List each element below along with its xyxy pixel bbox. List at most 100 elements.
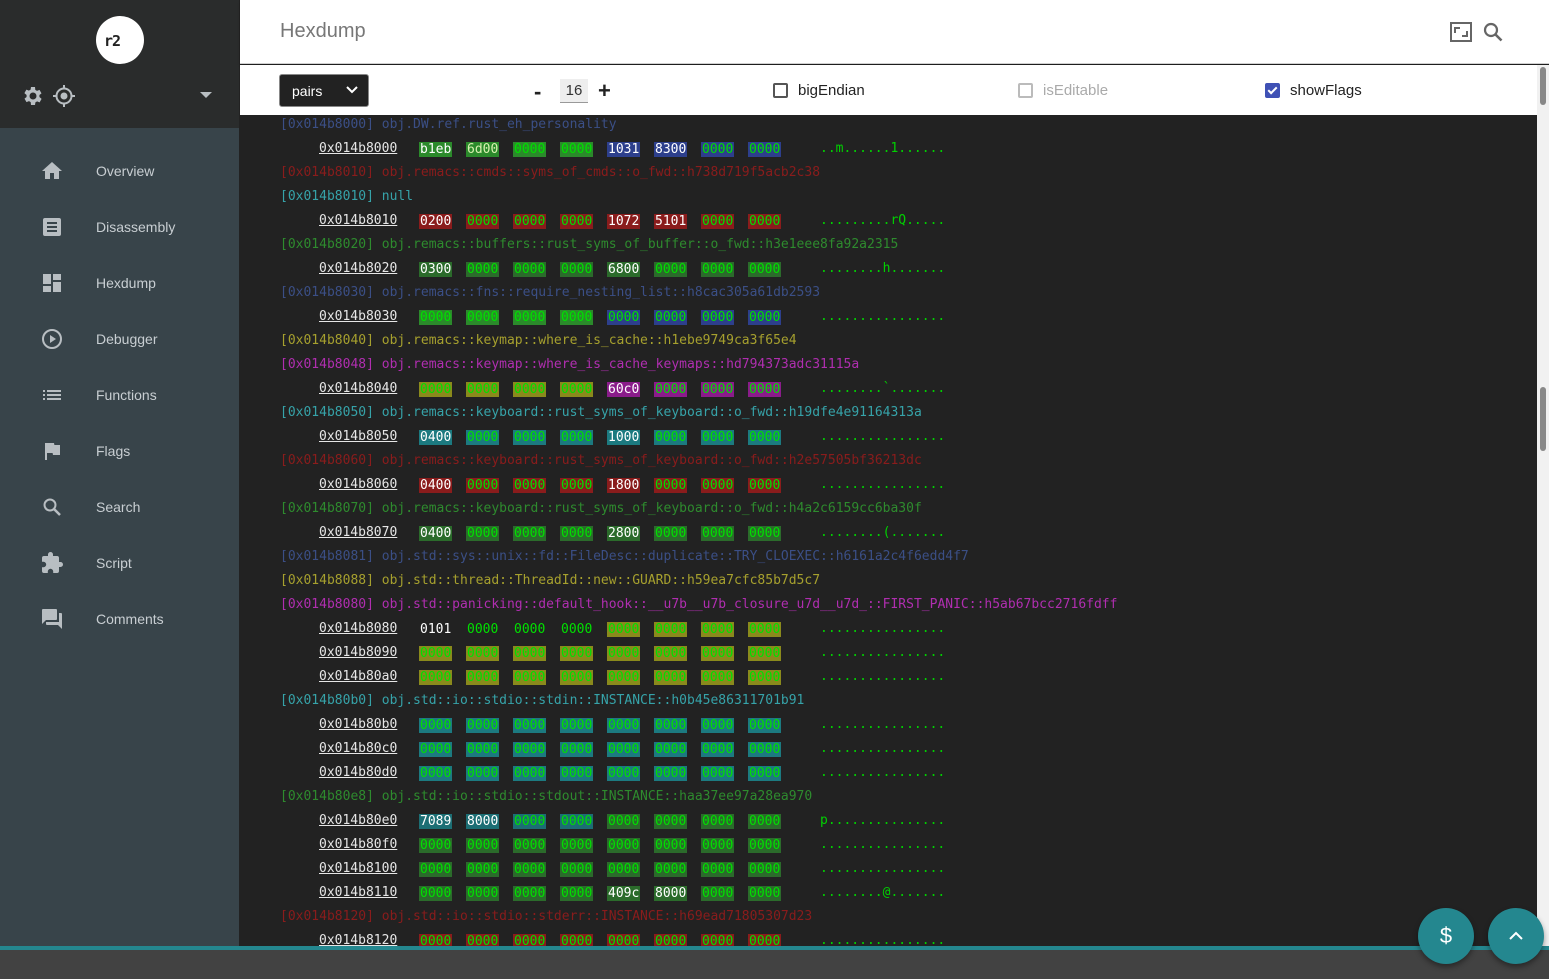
hex-pair[interactable]: 0000: [701, 862, 735, 877]
hex-pair[interactable]: 0400: [419, 430, 453, 445]
hex-pair[interactable]: 0000: [607, 742, 641, 757]
checkbox-box[interactable]: [1018, 83, 1033, 98]
hex-pair[interactable]: 0000: [654, 478, 688, 493]
hex-pair[interactable]: 0000: [748, 646, 782, 661]
hex-pair[interactable]: 0000: [560, 934, 594, 946]
hex-pair[interactable]: 0000: [419, 742, 453, 757]
hex-pair[interactable]: 0000: [654, 814, 688, 829]
hex-pair[interactable]: 0000: [419, 382, 453, 397]
hex-pair[interactable]: 0000: [560, 262, 594, 277]
hex-pair[interactable]: 0000: [701, 382, 735, 397]
hex-pair[interactable]: 0000: [607, 934, 641, 946]
address-link[interactable]: 0x014b8060: [319, 473, 397, 497]
hex-pair[interactable]: 0000: [419, 670, 453, 685]
hex-pair[interactable]: 1000: [607, 430, 641, 445]
hex-pair[interactable]: 0000: [701, 622, 735, 637]
hex-pair[interactable]: 0000: [419, 886, 453, 901]
hex-pair[interactable]: 0000: [466, 742, 500, 757]
hex-pair[interactable]: 0000: [560, 310, 594, 325]
hex-pair[interactable]: 0000: [701, 646, 735, 661]
hex-pair[interactable]: 0000: [513, 478, 547, 493]
console-button[interactable]: $: [1418, 908, 1474, 964]
hex-pair[interactable]: 0000: [701, 766, 735, 781]
hex-pair[interactable]: 0000: [748, 142, 782, 157]
hex-pair[interactable]: 0000: [607, 310, 641, 325]
hex-pair[interactable]: 0000: [654, 622, 688, 637]
hex-pair[interactable]: 0000: [748, 382, 782, 397]
hex-pair[interactable]: 0000: [466, 262, 500, 277]
hex-pair[interactable]: 0000: [419, 718, 453, 733]
hex-pair[interactable]: 0000: [419, 766, 453, 781]
hex-pair[interactable]: 0000: [748, 670, 782, 685]
hex-pair[interactable]: 8000: [654, 886, 688, 901]
hex-pair[interactable]: 0000: [654, 742, 688, 757]
hex-pair[interactable]: 0000: [560, 646, 594, 661]
hex-pair[interactable]: 8300: [654, 142, 688, 157]
hex-pair[interactable]: 0000: [701, 310, 735, 325]
hex-pair[interactable]: 0000: [560, 214, 594, 229]
hex-pair[interactable]: 0000: [607, 838, 641, 853]
hex-pair[interactable]: 0000: [748, 310, 782, 325]
scrollbar-thumb[interactable]: [1540, 387, 1546, 451]
hex-pair[interactable]: 0000: [513, 670, 547, 685]
hex-pair[interactable]: 0000: [513, 430, 547, 445]
sidebar-item-hexdump[interactable]: Hexdump: [0, 255, 239, 311]
hex-pair[interactable]: 0000: [466, 934, 500, 946]
hex-pair[interactable]: 0000: [513, 838, 547, 853]
hex-pair[interactable]: 0000: [748, 478, 782, 493]
hex-pair[interactable]: 0000: [748, 814, 782, 829]
hex-pair[interactable]: 0000: [419, 862, 453, 877]
hex-pair[interactable]: 0000: [701, 670, 735, 685]
hex-pair[interactable]: 60c0: [607, 382, 641, 397]
mode-select[interactable]: pairs: [279, 74, 369, 107]
hex-pair[interactable]: 0000: [513, 742, 547, 757]
hex-pair[interactable]: 0000: [560, 742, 594, 757]
hex-pair[interactable]: 0000: [560, 670, 594, 685]
sidebar-item-flags[interactable]: Flags: [0, 423, 239, 479]
hex-pair[interactable]: 0000: [654, 382, 688, 397]
hex-pair[interactable]: 0000: [513, 934, 547, 946]
hex-pair[interactable]: 0000: [419, 310, 453, 325]
hex-pair[interactable]: 0000: [748, 838, 782, 853]
hex-pair[interactable]: 1072: [607, 214, 641, 229]
hex-pair[interactable]: 0000: [748, 742, 782, 757]
address-link[interactable]: 0x014b8090: [319, 641, 397, 665]
hex-pair[interactable]: 0000: [560, 478, 594, 493]
sidebar-item-disassembly[interactable]: Disassembly: [0, 199, 239, 255]
hex-pair[interactable]: 0200: [419, 214, 453, 229]
hex-pair[interactable]: 0000: [748, 766, 782, 781]
hex-pair[interactable]: 0000: [701, 718, 735, 733]
hex-pair[interactable]: 0000: [701, 262, 735, 277]
hex-pair[interactable]: 0000: [607, 718, 641, 733]
hex-pair[interactable]: 0000: [560, 142, 594, 157]
hex-pair[interactable]: 0000: [466, 838, 500, 853]
address-link[interactable]: 0x014b8070: [319, 521, 397, 545]
sidebar-item-debugger[interactable]: Debugger: [0, 311, 239, 367]
hex-pair[interactable]: 0000: [419, 646, 453, 661]
hex-pair[interactable]: 0000: [654, 718, 688, 733]
hex-pair[interactable]: 0000: [560, 766, 594, 781]
hex-pair[interactable]: 0000: [560, 622, 594, 637]
hex-pair[interactable]: 0000: [607, 862, 641, 877]
address-link[interactable]: 0x014b8020: [319, 257, 397, 281]
hex-pair[interactable]: 0000: [560, 838, 594, 853]
hex-pair[interactable]: 0000: [654, 838, 688, 853]
hex-pair[interactable]: 0000: [654, 526, 688, 541]
hex-pair[interactable]: 0000: [560, 718, 594, 733]
address-link[interactable]: 0x014b8040: [319, 377, 397, 401]
hex-pair[interactable]: 0000: [607, 814, 641, 829]
hex-pair[interactable]: 0000: [560, 430, 594, 445]
hex-pair[interactable]: 0000: [701, 142, 735, 157]
hex-pair[interactable]: 6800: [607, 262, 641, 277]
hex-pair[interactable]: 0000: [466, 718, 500, 733]
hex-pair[interactable]: 0000: [466, 214, 500, 229]
hex-pair[interactable]: 8000: [466, 814, 500, 829]
address-link[interactable]: 0x014b8010: [319, 209, 397, 233]
hex-pair[interactable]: 0000: [607, 622, 641, 637]
fullscreen-icon[interactable]: [1450, 22, 1472, 42]
decrement-button[interactable]: -: [534, 79, 541, 105]
search-icon[interactable]: [1482, 21, 1504, 43]
address-link[interactable]: 0x014b8110: [319, 881, 397, 905]
hex-pair[interactable]: 0000: [513, 262, 547, 277]
hex-pair[interactable]: 1800: [607, 478, 641, 493]
